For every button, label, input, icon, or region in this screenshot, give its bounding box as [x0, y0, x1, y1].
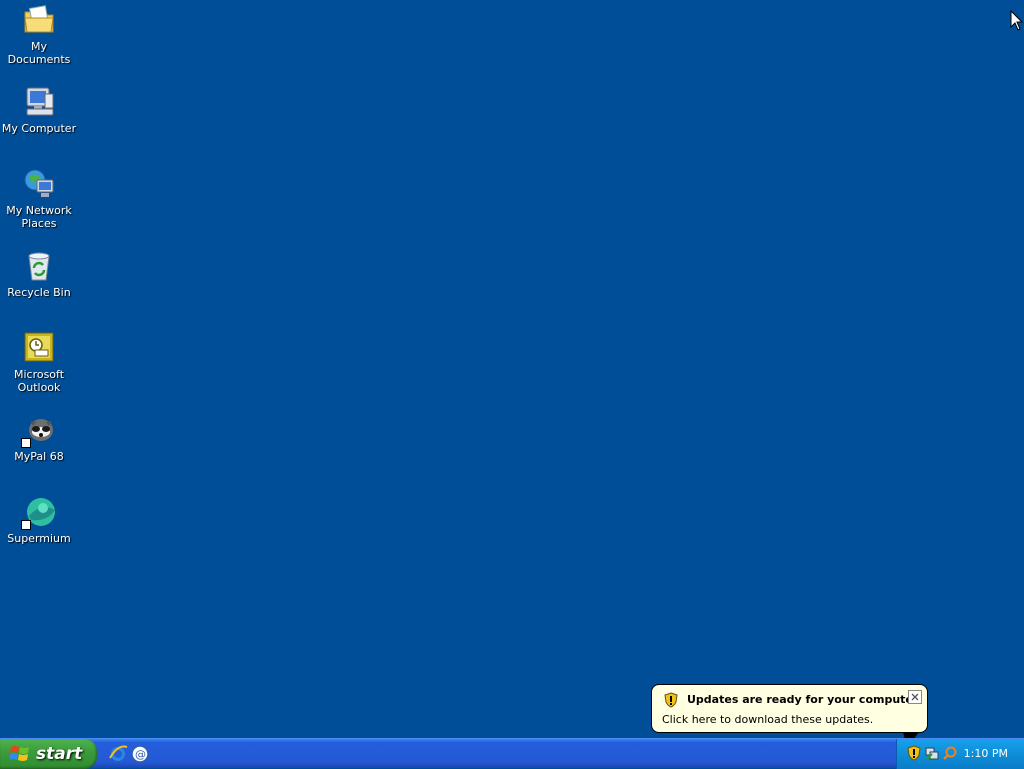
- desktop-icon-label: Microsoft Outlook: [13, 368, 65, 394]
- search-icon[interactable]: [942, 745, 958, 761]
- taskbar: start @ 1:10 PM: [0, 738, 1024, 769]
- balloon-title: Updates are ready for your computer: [687, 693, 919, 706]
- mouse-pointer-icon: [1010, 9, 1024, 32]
- start-label: start: [36, 744, 83, 764]
- folder-documents-icon: [21, 2, 57, 38]
- taskbar-clock[interactable]: 1:10 PM: [964, 747, 1008, 760]
- desktop-icon-recycle-bin[interactable]: Recycle Bin: [0, 248, 78, 299]
- desktop-icon-label: MyPal 68: [14, 450, 64, 463]
- recycle-bin-icon: [21, 248, 57, 284]
- security-shield-icon: [663, 692, 679, 708]
- balloon-close-button[interactable]: [908, 690, 922, 704]
- shortcut-arrow-icon: [21, 438, 31, 448]
- desktop-icon-microsoft-outlook[interactable]: Microsoft Outlook: [0, 330, 78, 394]
- shortcut-arrow-icon: [21, 520, 31, 530]
- mypal-browser-icon: [21, 412, 57, 448]
- desktop-icon-my-network-places[interactable]: My Network Places: [0, 166, 78, 230]
- svg-text:@: @: [135, 748, 146, 761]
- desktop-icon-label: My Network Places: [6, 204, 72, 230]
- network-places-icon: [21, 166, 57, 202]
- balloon-link-text[interactable]: Click here to download these updates.: [662, 713, 873, 726]
- close-icon: [911, 693, 919, 701]
- outlook-icon: [21, 330, 57, 366]
- network-status-icon[interactable]: [924, 745, 940, 761]
- windows-update-shield-icon[interactable]: [906, 745, 922, 761]
- desktop-icon-my-documents[interactable]: My Documents: [0, 2, 78, 66]
- computer-icon: [21, 84, 57, 120]
- desktop-icon-my-computer[interactable]: My Computer: [0, 84, 78, 135]
- windows-logo-icon: [9, 745, 30, 763]
- system-tray: 1:10 PM: [896, 739, 1024, 769]
- internet-explorer-icon[interactable]: [108, 744, 128, 764]
- outlook-express-icon[interactable]: @: [130, 744, 150, 764]
- desktop-icon-mypal-68[interactable]: MyPal 68: [0, 412, 78, 463]
- desktop-icon-label: Supermium: [7, 532, 71, 545]
- desktop-icon-label: My Documents: [7, 40, 71, 66]
- desktop-icon-label: My Computer: [1, 122, 77, 135]
- desktop-icon-supermium[interactable]: Supermium: [0, 494, 78, 545]
- desktop: My Documents My Computer My Network Plac…: [0, 0, 1024, 738]
- desktop-icon-label: Recycle Bin: [7, 286, 71, 299]
- supermium-browser-icon: [21, 494, 57, 530]
- start-button[interactable]: start: [0, 739, 97, 769]
- notification-balloon[interactable]: Updates are ready for your computer Clic…: [651, 684, 928, 733]
